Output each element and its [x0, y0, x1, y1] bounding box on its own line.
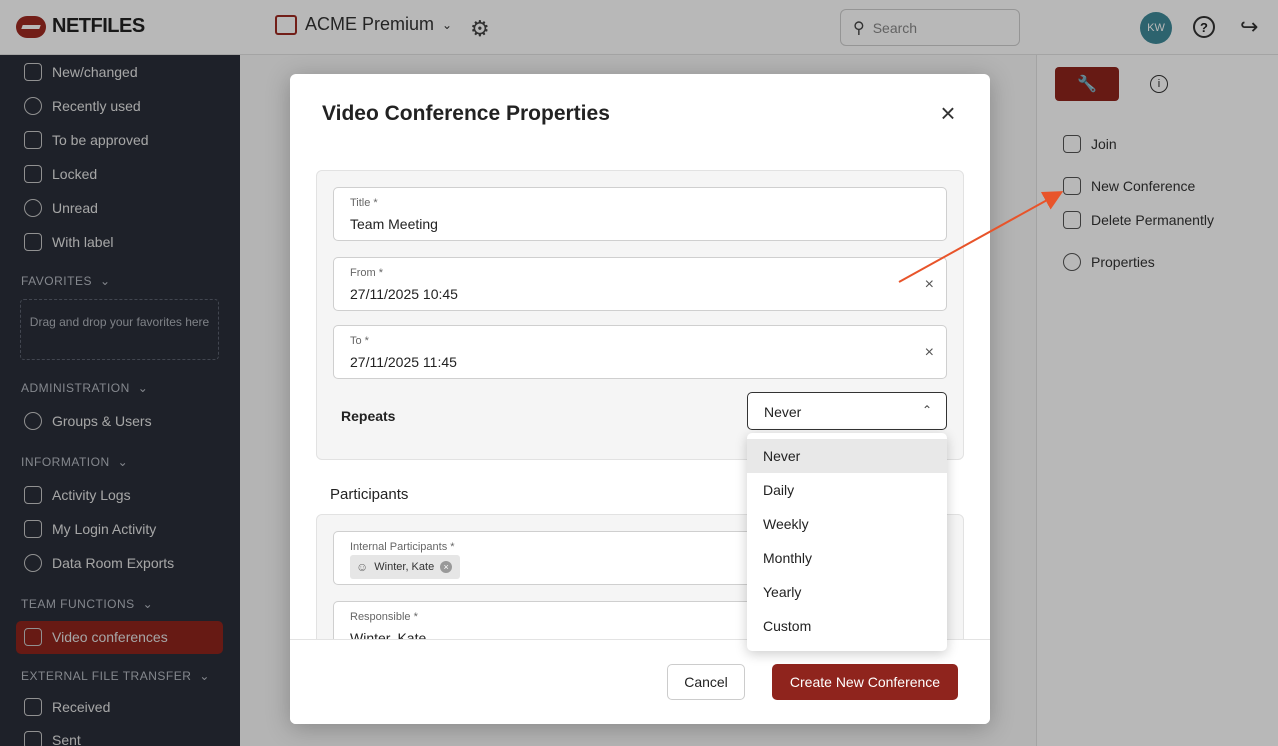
annotation-arrow: [898, 191, 1064, 283]
